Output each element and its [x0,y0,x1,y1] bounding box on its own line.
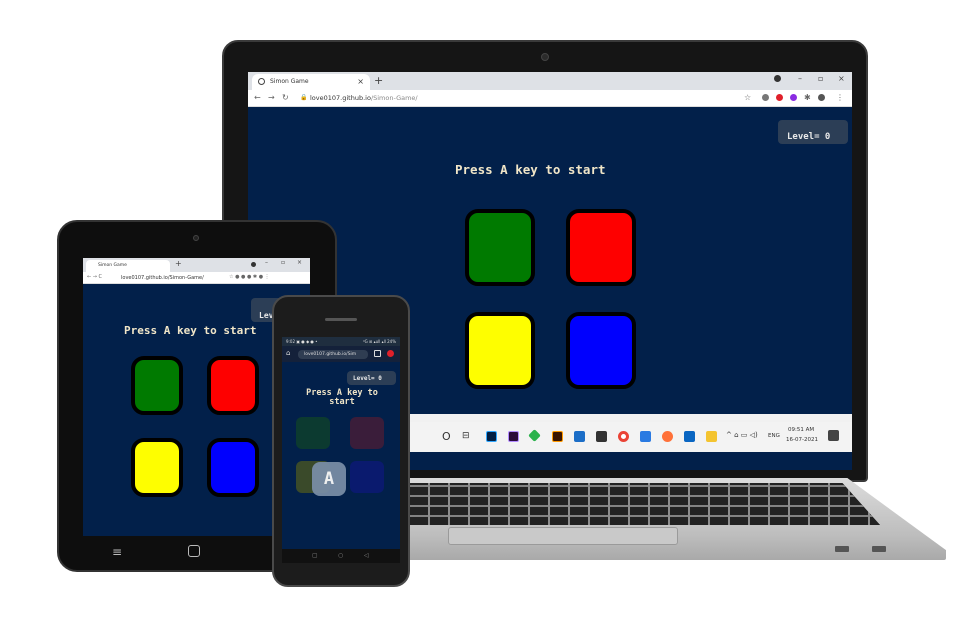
key-press-overlay: A [312,462,346,496]
laptop-webcam [541,53,549,61]
illustrator-icon[interactable] [552,431,563,442]
tablet-green-pad[interactable] [131,356,183,415]
usb-port [872,546,886,552]
green-pad[interactable] [465,209,535,286]
close-window-button[interactable]: × [838,74,845,83]
tablet-close-window-button[interactable]: × [297,259,302,266]
tablet-account-icon[interactable] [251,262,256,267]
phone-home-button-icon[interactable]: ○ [338,552,343,559]
file-explorer-icon[interactable] [706,431,717,442]
extension-download-icon[interactable] [762,94,769,101]
app-blue-icon[interactable] [574,431,585,442]
lock-icon: 🔒 [300,94,308,101]
clock-time[interactable]: 09:51 AM [788,427,814,433]
phone-url-field[interactable]: love0107.github.io/Sim [298,350,368,359]
extension-icon[interactable] [790,94,797,101]
tablet-tab-title: Simon Game [98,263,127,268]
search-circle-icon[interactable]: O [442,430,451,443]
phone-status-right: ⁴G ⊞ ▴ull ▴ll 24% [362,339,396,344]
url-field[interactable]: love0107.github.io/Simon-Game/ [310,94,418,102]
phone-blue-pad[interactable] [350,461,384,493]
clock-date[interactable]: 16-07-2021 [786,437,818,443]
tablet-menu-icon[interactable]: ≡ [112,545,122,559]
laptop-trackpad [448,527,678,545]
yellow-pad[interactable] [465,312,535,389]
phone-level-indicator: Level= 0 [347,371,396,385]
profile-avatar-icon[interactable] [818,94,825,101]
reload-icon[interactable]: ↻ [282,93,289,102]
red-pad[interactable] [566,209,636,286]
address-bar: ← → ↻ 🔒 love0107.github.io/Simon-Game/ ☆… [248,90,852,107]
tablet-url-field[interactable]: love0107.github.io/Simon-Game/ [121,275,204,281]
opera-extension-icon[interactable] [776,94,783,101]
premiere-icon[interactable] [508,431,519,442]
phone-speaker [325,318,357,321]
account-icon[interactable] [774,75,781,82]
phone-tabs-icon[interactable] [374,350,381,357]
phone-nav-bar: ▢ ○ ◁ [282,549,400,563]
tablet-browser-tab[interactable]: Simon Game [86,260,170,272]
new-tab-button[interactable]: + [374,74,383,87]
tab-close-button[interactable]: × [357,77,364,86]
tablet-yellow-pad[interactable] [131,438,183,497]
tablet-nav-icons[interactable]: ← → C [87,274,102,280]
tablet-minimize-button[interactable]: – [265,259,268,266]
level-indicator: Level= 0 [778,120,848,144]
tablet-new-tab-button[interactable]: + [175,259,182,268]
tab-title: Simon Game [270,78,309,85]
phone-status-bar: 9:02 ▣ ● ◆ ● • ⁴G ⊞ ▴ull ▴ll 24% [282,337,400,346]
phone-title-line2: start [329,397,355,407]
more-menu-icon[interactable]: ⋮ [836,93,844,102]
app-diamond-icon[interactable] [528,429,541,442]
phone-green-pad[interactable] [296,417,330,449]
phone-game-title: Press A key to start [294,389,390,407]
system-tray-icons[interactable]: ^ ⌂ ▭ ◁) [726,431,758,439]
app-dark-icon[interactable] [596,431,607,442]
firefox-icon[interactable] [662,431,673,442]
tablet-maximize-button[interactable]: ▫ [281,259,285,266]
phone-home-icon[interactable]: ⌂ [286,349,290,357]
phone-menu-icon[interactable] [387,350,394,357]
browser-tab-bar: Simon Game × + – ▫ × [248,72,852,90]
tablet-blue-pad[interactable] [207,438,259,497]
blue-pad[interactable] [566,312,636,389]
windows-taskbar: O ⊟ ^ ⌂ ▭ ◁) ENG 09:51 AM 16-07-2021 [408,422,852,452]
phone-red-pad[interactable] [350,417,384,449]
phone-address-bar: ⌂ love0107.github.io/Sim [282,346,400,362]
url-path: /Simon-Game/ [370,94,418,102]
minimize-button[interactable]: – [798,74,802,83]
game-title: Press A key to start [455,162,606,177]
tablet-toolbar-icons[interactable]: ☆ ● ● ● ✱ ● ⋮ [229,274,270,280]
maximize-button[interactable]: ▫ [818,74,823,83]
notification-icon[interactable] [828,430,839,441]
puzzle-extensions-icon[interactable]: ✱ [804,93,811,102]
keyboard-rows [410,483,880,525]
tablet-tab-bar: Simon Game + – ▫ × [83,258,310,272]
app-note-icon[interactable] [640,431,651,442]
photoshop-icon[interactable] [486,431,497,442]
phone-back-icon[interactable]: ▢ [312,552,318,559]
browser-tab[interactable]: Simon Game × [252,74,370,90]
usb-port [835,546,849,552]
bookmark-star-icon[interactable]: ☆ [744,93,751,102]
tablet-home-icon[interactable] [188,545,200,557]
chrome-icon[interactable] [618,431,629,442]
url-host: love0107.github.io [310,94,371,102]
phone-status-left: 9:02 ▣ ● ◆ ● • [286,339,318,344]
phone-recent-icon[interactable]: ◁ [364,552,369,559]
tablet-game-title: Press A key to start [124,324,257,337]
globe-icon [258,78,265,85]
forward-icon[interactable]: → [268,93,275,102]
task-view-icon[interactable]: ⊟ [462,431,470,441]
phone-screen: 9:02 ▣ ● ◆ ● • ⁴G ⊞ ▴ull ▴ll 24% ⌂ love0… [282,337,400,563]
tablet-address-bar: ← → C love0107.github.io/Simon-Game/ ☆ ●… [83,272,310,284]
linkedin-icon[interactable] [684,431,695,442]
tablet-red-pad[interactable] [207,356,259,415]
language-indicator[interactable]: ENG [768,433,780,439]
back-icon[interactable]: ← [254,93,261,102]
tablet-camera [193,235,199,241]
